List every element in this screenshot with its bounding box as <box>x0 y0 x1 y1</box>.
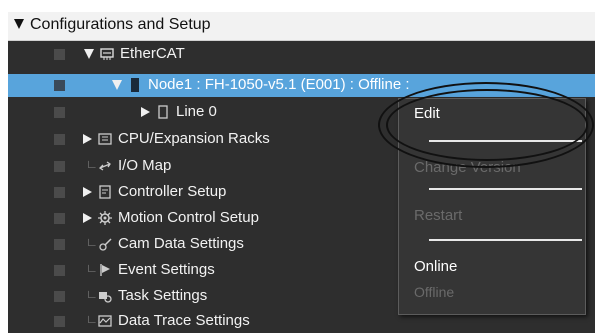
color-box[interactable] <box>54 291 65 302</box>
color-box[interactable] <box>54 49 65 60</box>
tree-item-label: Task Settings <box>118 287 208 304</box>
tree-item-label: Data Trace Settings <box>118 312 250 329</box>
tree-connector: ∟ <box>86 312 98 326</box>
tree-connector: ∟ <box>86 261 98 275</box>
io-map-icon <box>98 161 111 171</box>
tree-item-label: Motion Control Setup <box>118 209 259 226</box>
color-box[interactable] <box>54 239 65 250</box>
highlight-ellipse-inner <box>386 89 588 161</box>
rack-icon <box>98 133 112 145</box>
tree-connector: ∟ <box>86 287 98 301</box>
tree-item-label: EtherCAT <box>120 45 185 62</box>
task-icon <box>99 292 112 303</box>
color-box[interactable] <box>54 316 65 327</box>
tree-item-ethercat[interactable]: EtherCAT <box>8 43 595 66</box>
tree-connector: ∟ <box>86 157 98 171</box>
multiview-explorer: Configurations and Setup EtherCAT Node1 … <box>8 12 595 333</box>
tree-connector: ∟ <box>86 235 98 249</box>
tree-item-label: Controller Setup <box>118 183 227 200</box>
flag-icon <box>100 264 110 276</box>
color-box[interactable] <box>54 187 65 198</box>
menu-item-restart: Restart <box>414 207 463 224</box>
color-box[interactable] <box>54 107 65 118</box>
section-title: Configurations and Setup <box>30 16 211 33</box>
trace-icon <box>98 315 112 327</box>
tree-item-label: Cam Data Settings <box>118 235 244 252</box>
tree-item-label: Node1 : FH-1050-v5.1 (E001) : Offline : <box>148 76 410 93</box>
color-box[interactable] <box>54 265 65 276</box>
tree-item-label: I/O Map <box>118 157 172 174</box>
gear-icon <box>98 211 112 225</box>
ethercat-icon <box>100 48 114 60</box>
expand-triangle-icon[interactable] <box>84 49 94 59</box>
menu-separator <box>429 188 582 190</box>
expand-triangle-icon[interactable] <box>83 187 92 197</box>
controller-icon <box>99 185 111 199</box>
expand-triangle-icon[interactable] <box>83 213 92 223</box>
expand-triangle-icon[interactable] <box>112 80 122 90</box>
tree-item-label: Event Settings <box>118 261 215 278</box>
color-box[interactable] <box>54 80 65 91</box>
doc-icon <box>158 105 168 119</box>
cam-icon <box>99 238 112 251</box>
collapse-triangle-icon[interactable] <box>14 19 24 29</box>
expand-triangle-icon[interactable] <box>141 107 150 117</box>
device-icon <box>131 78 139 92</box>
configurations-header[interactable]: Configurations and Setup <box>8 12 595 41</box>
menu-item-offline: Offline <box>414 284 455 300</box>
expand-triangle-icon[interactable] <box>83 134 92 144</box>
tree-item-label: CPU/Expansion Racks <box>118 130 270 147</box>
color-box[interactable] <box>54 161 65 172</box>
menu-item-online[interactable]: Online <box>414 258 457 275</box>
tree-item-label: Line 0 <box>176 103 217 120</box>
color-box[interactable] <box>54 134 65 145</box>
color-box[interactable] <box>54 213 65 224</box>
menu-separator <box>429 239 582 241</box>
